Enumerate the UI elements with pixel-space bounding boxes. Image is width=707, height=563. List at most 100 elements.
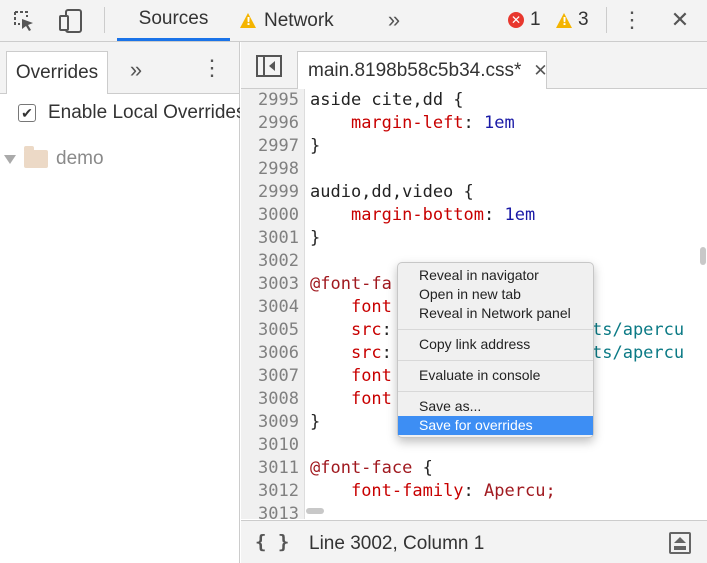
code-line: src: — [310, 342, 392, 365]
cursor-position: Line 3002, Column 1 — [309, 533, 485, 554]
code-line: aside cite,dd { — [310, 89, 464, 112]
enable-overrides-label: Enable Local Overrides — [48, 102, 240, 123]
devtools-toolbar: Sources Network » ✕ 1 3 ⋮ ✕ — [0, 0, 707, 42]
warning-count: 3 — [578, 9, 589, 30]
context-menu: Reveal in navigator Open in new tab Reve… — [397, 262, 594, 438]
code-line: ts/apercu — [592, 342, 684, 365]
code-text: } — [310, 412, 321, 432]
menu-item-save-as[interactable]: Save as... — [398, 397, 593, 416]
line-number: 3013 — [258, 504, 299, 519]
css-url: ts/apercu — [592, 343, 685, 363]
line-number: 2998 — [258, 159, 299, 179]
sidebar-toggle-icon — [256, 55, 282, 77]
tab-network-label: Network — [264, 9, 334, 31]
file-tab-main-css[interactable]: main.8198b58c5b34.css* ✕ — [297, 51, 548, 89]
css-property: font — [350, 297, 392, 317]
close-icon[interactable]: ✕ — [533, 61, 547, 81]
line-number: 3001 — [258, 228, 299, 248]
code-line: src: — [310, 319, 392, 342]
vertical-scrollbar[interactable] — [700, 247, 706, 265]
code-line: font — [310, 296, 392, 319]
menu-item-copy-link-address[interactable]: Copy link address — [398, 335, 593, 354]
device-toolbar-icon[interactable] — [56, 7, 86, 35]
menu-item-evaluate-in-console[interactable]: Evaluate in console — [398, 366, 593, 385]
code-line: } — [310, 411, 320, 434]
enable-overrides-checkbox[interactable]: ✔ — [18, 104, 36, 122]
editor-tabs: main.8198b58c5b34.css* ✕ — [241, 42, 707, 89]
code-line: font-family: Apercu; — [310, 480, 556, 503]
line-number: 3011 — [258, 458, 299, 478]
tab-overrides-label: Overrides — [15, 62, 99, 83]
line-number: 3006 — [258, 343, 299, 363]
code-line: margin-bottom: 1em — [310, 204, 535, 227]
css-at-rule: @font-face — [310, 458, 413, 478]
navigator-tabs: Overrides » ⋮ — [0, 42, 239, 94]
code-line: margin-left: 1em — [310, 112, 515, 135]
editor-status-bar: { } Line 3002, Column 1 — [241, 520, 707, 563]
line-number-gutter: 2995 2996 2997 2998 2999 3000 3001 3002 … — [241, 89, 305, 519]
tab-sources[interactable]: Sources — [117, 0, 230, 41]
css-property: margin-bottom — [350, 205, 485, 225]
code-text: } — [310, 228, 321, 248]
folder-icon — [24, 146, 48, 168]
warning-icon — [240, 13, 256, 28]
css-url: ts/apercu — [592, 320, 685, 340]
menu-separator — [398, 391, 593, 392]
line-number: 3010 — [258, 435, 299, 455]
code-text: aside cite,dd { — [310, 90, 464, 110]
enable-local-overrides[interactable]: ✔ Enable Local Overrides — [18, 102, 240, 124]
navigator-menu-button[interactable]: ⋮ — [198, 54, 226, 82]
file-tab-label: main.8198b58c5b34.css* — [308, 59, 522, 81]
error-counter[interactable]: ✕ 1 — [508, 9, 541, 31]
css-at-rule: @font-fa — [310, 274, 392, 294]
code-line: font — [310, 388, 392, 411]
kebab-menu-icon: ⋮ — [201, 55, 223, 80]
error-count: 1 — [530, 9, 541, 30]
css-property: font-family — [350, 481, 464, 501]
code-line: } — [310, 227, 320, 250]
more-tabs-button[interactable]: » — [380, 6, 408, 34]
code-text: audio,dd,video { — [310, 182, 474, 202]
line-number: 2996 — [258, 113, 299, 133]
code-line: } — [310, 135, 320, 158]
toolbar-divider — [606, 7, 607, 33]
inspect-element-icon[interactable] — [10, 7, 38, 35]
tree-item-demo[interactable]: demo — [4, 146, 104, 170]
code-text: } — [310, 136, 321, 156]
more-navigator-tabs-button[interactable]: » — [122, 56, 150, 84]
code-line: ts/apercu — [592, 319, 684, 342]
toggle-drawer-icon[interactable] — [669, 532, 691, 554]
horizontal-scrollbar[interactable] — [306, 508, 324, 514]
pretty-print-icon[interactable]: { } — [255, 531, 289, 553]
menu-item-reveal-in-network-panel[interactable]: Reveal in Network panel — [398, 304, 593, 323]
css-colon: : — [484, 205, 495, 225]
tab-overrides[interactable]: Overrides — [6, 51, 108, 94]
customize-menu-button[interactable]: ⋮ — [618, 6, 646, 34]
css-value: 1em — [504, 205, 536, 225]
tab-network[interactable]: Network — [240, 0, 362, 41]
error-icon: ✕ — [508, 12, 524, 28]
line-number: 3012 — [258, 481, 299, 501]
navigator-panel: Overrides » ⋮ ✔ Enable Local Overrides d… — [0, 42, 240, 563]
expand-arrow-icon[interactable] — [4, 154, 16, 164]
menu-item-reveal-in-navigator[interactable]: Reveal in navigator — [398, 266, 593, 285]
line-number: 2999 — [258, 182, 299, 202]
toggle-navigator-button[interactable] — [255, 53, 283, 79]
line-number: 2995 — [258, 90, 299, 110]
kebab-menu-icon: ⋮ — [621, 7, 643, 32]
close-devtools-button[interactable]: ✕ — [666, 6, 694, 34]
line-number: 3003 — [258, 274, 299, 294]
menu-item-open-in-new-tab[interactable]: Open in new tab — [398, 285, 593, 304]
css-colon: : — [381, 343, 392, 363]
css-colon: : — [463, 113, 474, 133]
line-number: 3002 — [258, 251, 299, 271]
line-number: 3004 — [258, 297, 299, 317]
warning-icon — [556, 12, 572, 28]
menu-item-save-for-overrides[interactable]: Save for overrides — [398, 416, 593, 435]
chevron-double-right-icon: » — [387, 7, 401, 32]
css-value: Apercu; — [484, 481, 556, 501]
warning-counter[interactable]: 3 — [556, 9, 589, 31]
code-line: @font-face { — [310, 457, 433, 480]
tree-item-label: demo — [56, 148, 104, 169]
css-property: font — [350, 366, 392, 386]
